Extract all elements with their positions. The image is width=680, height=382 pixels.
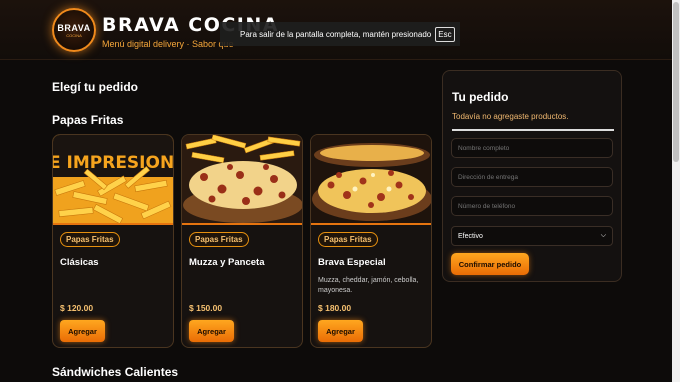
phone-input[interactable] — [451, 196, 613, 216]
category-title-sandwiches: Sándwiches Calientes — [52, 365, 179, 379]
product-price: $ 180.00 — [318, 303, 352, 313]
product-card: Papas Fritas Brava Especial Muzza, chedd… — [310, 134, 432, 348]
category-tag: Papas Fritas — [318, 232, 378, 247]
product-image-muzza-panceta — [182, 135, 302, 225]
scrollbar-thumb[interactable] — [673, 2, 679, 162]
add-to-order-button[interactable]: Agregar — [318, 320, 363, 342]
category-title-papas: Papas Fritas — [52, 113, 124, 127]
add-to-order-button[interactable]: Agregar — [60, 320, 105, 342]
product-card: E IMPRESIONA Papas Fritas Clásicas $ 120… — [52, 134, 174, 348]
address-input[interactable] — [451, 167, 613, 187]
banner-text: E IMPRESIONA — [53, 153, 173, 173]
chevron-down-icon: ⌵ — [600, 232, 606, 239]
product-price: $ 120.00 — [60, 303, 94, 313]
category-tag: Papas Fritas — [189, 232, 249, 247]
category-tag: Papas Fritas — [60, 232, 120, 247]
product-price: $ 150.00 — [189, 303, 223, 313]
divider — [452, 129, 614, 131]
menu-heading: Elegí tu pedido — [52, 80, 138, 94]
empty-order-message: Todavía no agregaste productos. — [452, 112, 569, 121]
image-accent-bar — [182, 223, 302, 225]
payment-method-select[interactable]: Efectivo ⌵ — [451, 226, 613, 246]
esc-key-hint: Esc — [435, 26, 455, 42]
brand-tagline: Menú digital delivery · Sabor que — [102, 39, 234, 49]
product-description: Muzza, cheddar, jamón, cebolla, mayonesa… — [318, 277, 419, 294]
product-image-clasicas: E IMPRESIONA — [53, 135, 173, 225]
name-input[interactable] — [451, 138, 613, 158]
payment-method-value: Efectivo — [458, 232, 483, 240]
add-to-order-button[interactable]: Agregar — [189, 320, 234, 342]
product-card: Papas Fritas Muzza y Panceta $ 150.00 Ag… — [181, 134, 303, 348]
product-title: Muzza y Panceta — [189, 257, 265, 268]
fullscreen-exit-notice: Para salir de la pantalla completa, mant… — [220, 22, 460, 46]
image-accent-bar — [311, 223, 431, 225]
product-image-brava-especial — [311, 135, 431, 225]
order-panel-title: Tu pedido — [452, 90, 509, 104]
confirm-order-button[interactable]: Confirmar pedido — [451, 253, 529, 275]
page-scrollbar[interactable] — [672, 0, 680, 382]
logo-subtext: COCINA — [66, 32, 82, 38]
product-title: Brava Especial — [318, 257, 386, 268]
order-panel: Tu pedido Todavía no agregaste productos… — [442, 70, 622, 282]
brand-logo[interactable]: BRAVA COCINA — [52, 8, 96, 52]
fullscreen-notice-text: Para salir de la pantalla completa, mant… — [240, 29, 432, 39]
image-accent-bar — [53, 223, 173, 225]
product-title: Clásicas — [60, 257, 99, 268]
logo-text: BRAVA — [57, 22, 91, 33]
